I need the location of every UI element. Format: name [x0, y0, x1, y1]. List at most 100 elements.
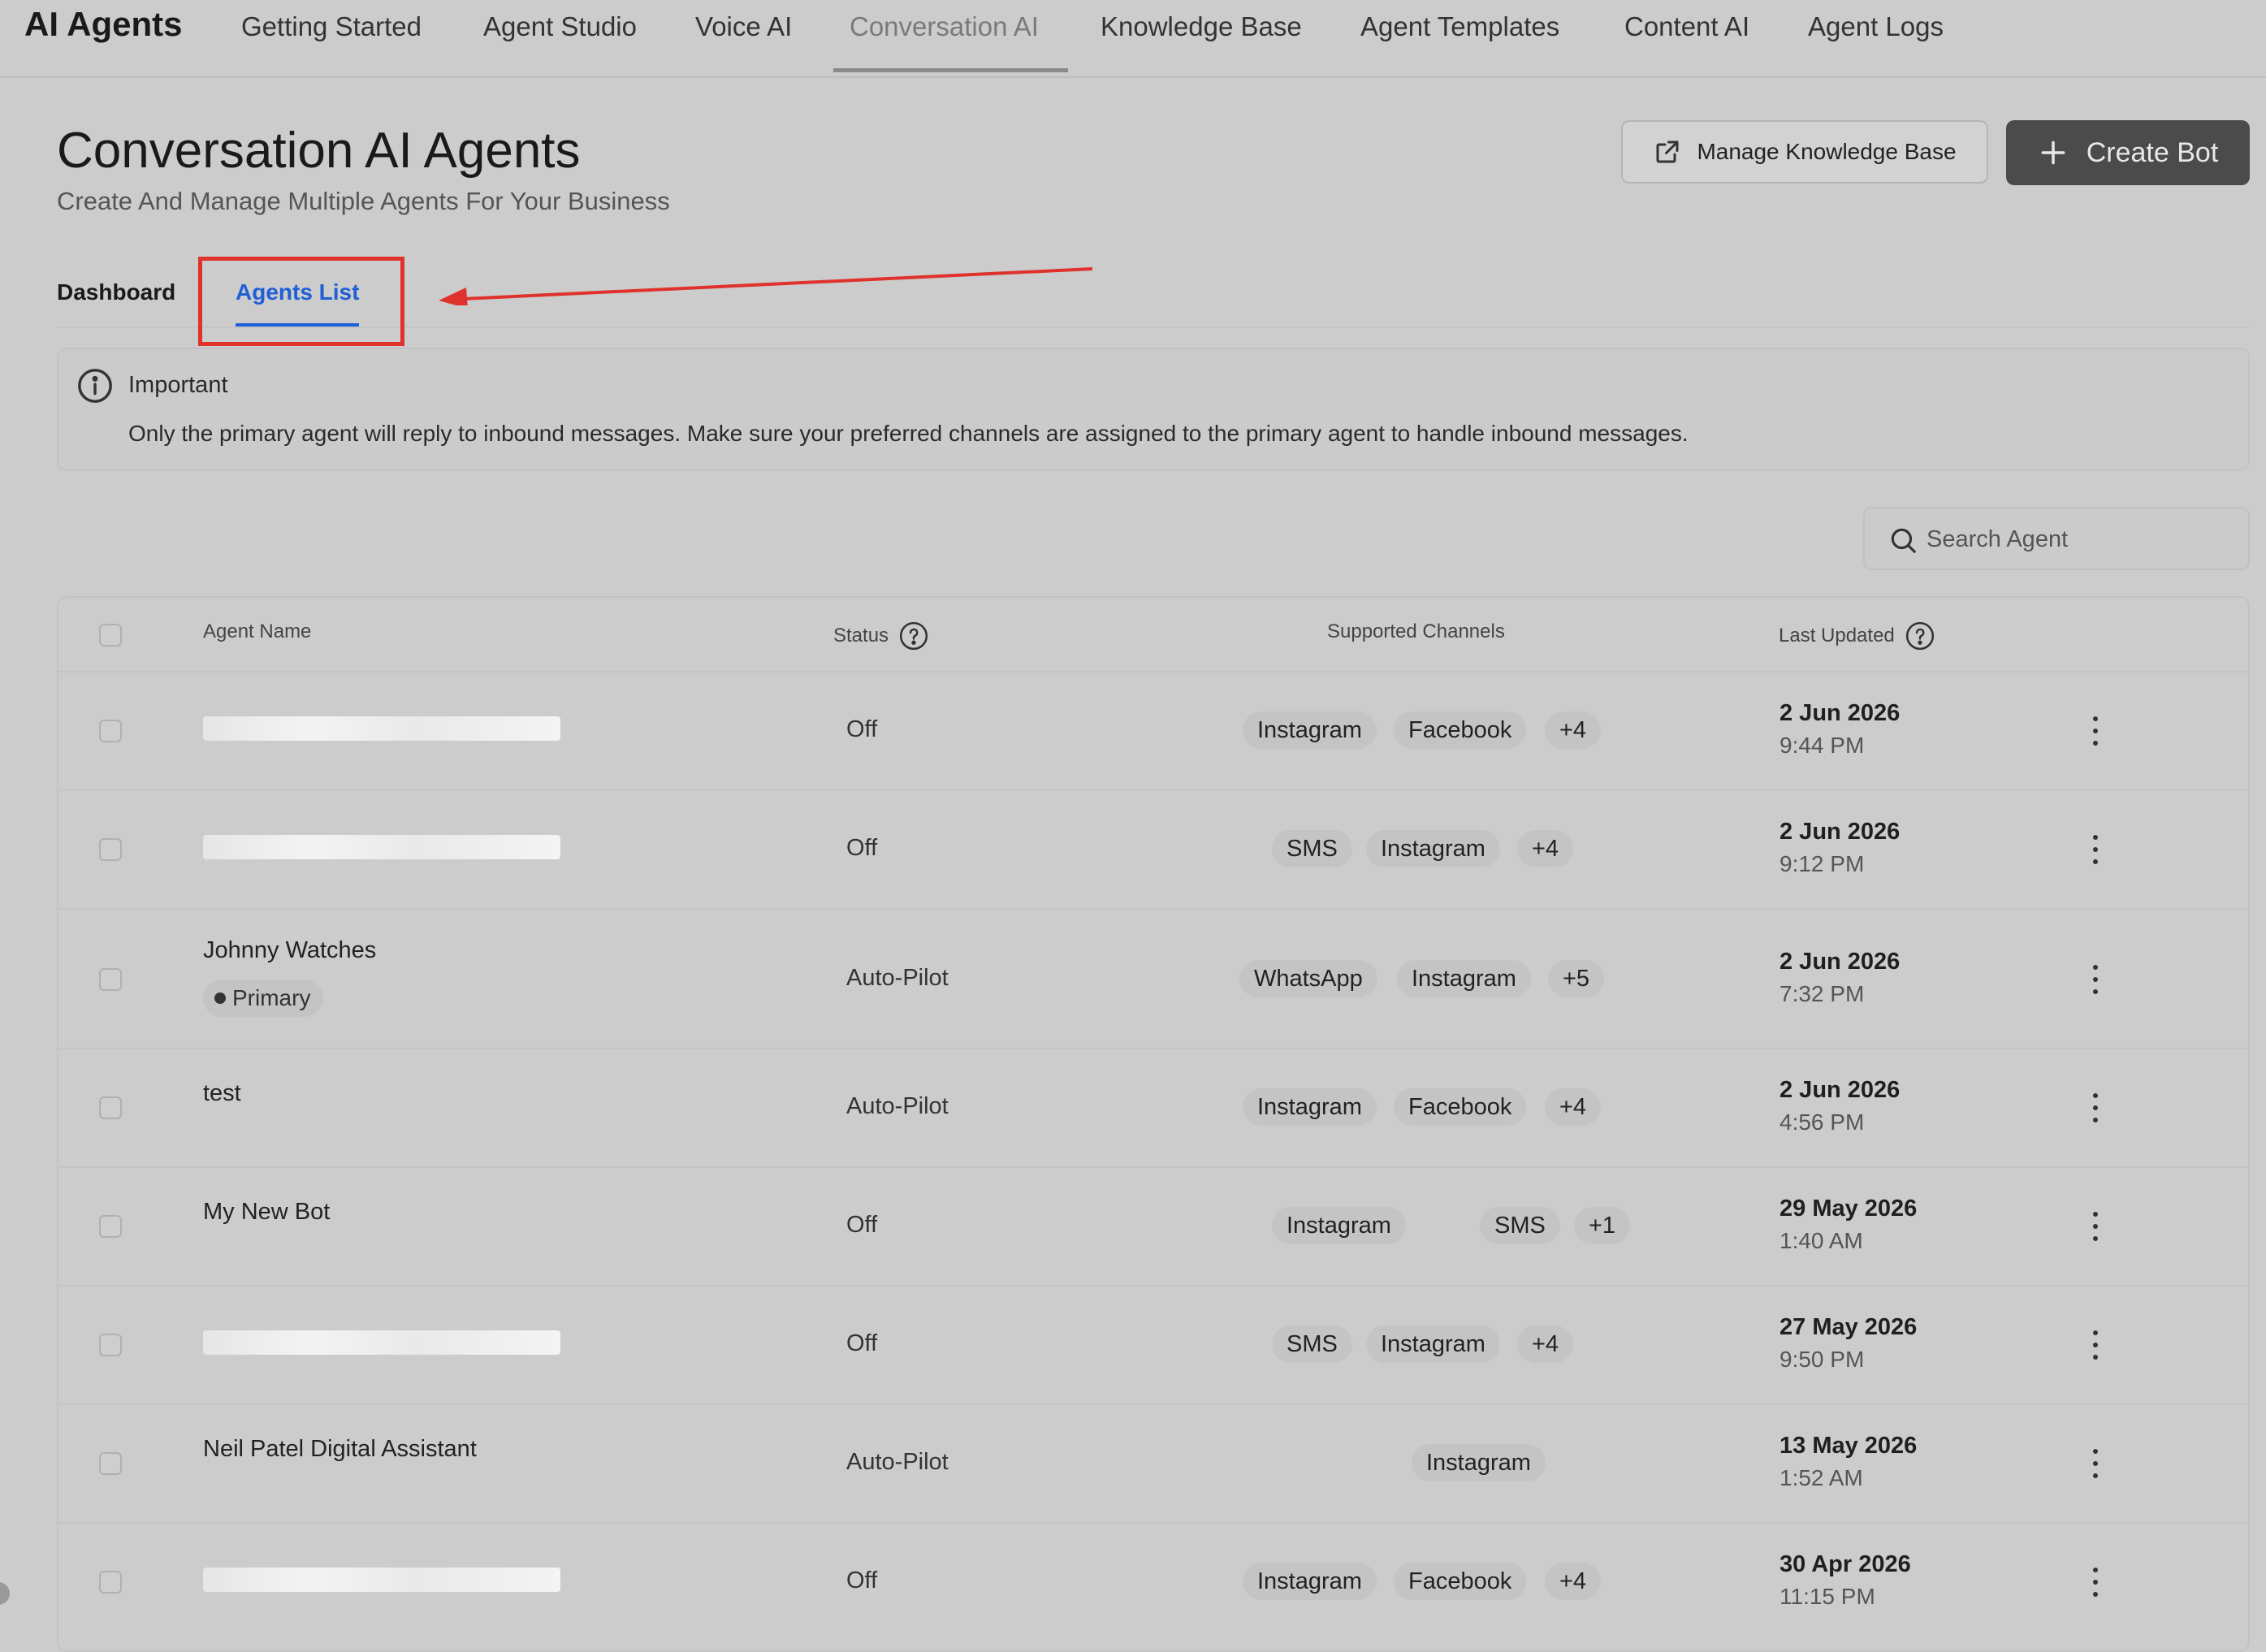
notice-title: Important	[128, 372, 228, 398]
annotation-highlight-box	[198, 257, 404, 346]
last-updated-date: 2 Jun 2026	[1780, 1077, 1901, 1103]
last-updated-date: 2 Jun 2026	[1780, 949, 1901, 975]
row-menu-kebab-icon[interactable]	[2087, 1092, 2104, 1124]
col-header-agent-name[interactable]: Agent Name	[203, 621, 311, 643]
brand-title: AI Agents	[24, 5, 183, 43]
status-help-icon[interactable]	[898, 621, 929, 651]
row-divider	[58, 789, 2248, 791]
redacted-agent-name[interactable]	[203, 835, 560, 859]
agent-name[interactable]: Johnny Watches	[203, 937, 376, 964]
agent-status: Off	[846, 1568, 878, 1594]
col-header-last-updated[interactable]: Last Updated	[1779, 621, 1935, 651]
channel-chip: Instagram	[1272, 1207, 1406, 1244]
more-channels-chip[interactable]: +4	[1545, 1563, 1602, 1600]
select-all-checkbox[interactable]	[99, 624, 122, 647]
row-divider	[58, 1048, 2248, 1049]
create-bot-button[interactable]: Create Bot	[2006, 120, 2250, 185]
search-input[interactable]	[1925, 520, 2237, 559]
row-menu-kebab-icon[interactable]	[2087, 1210, 2104, 1243]
channel-chip: Facebook	[1394, 1088, 1527, 1126]
top-nav: AI Agents Getting Started Agent Studio V…	[0, 0, 2266, 78]
row-divider	[58, 1522, 2248, 1524]
row-menu-kebab-icon[interactable]	[2087, 963, 2104, 996]
primary-badge-label: Primary	[232, 985, 311, 1010]
redacted-agent-name[interactable]	[203, 1568, 560, 1592]
nav-tab-getting-started[interactable]: Getting Started	[241, 11, 422, 42]
agent-status: Auto-Pilot	[846, 965, 949, 991]
search-box[interactable]	[1863, 507, 2250, 570]
last-updated-time: 4:56 PM	[1780, 1109, 1865, 1135]
row-checkbox[interactable]	[99, 1334, 122, 1356]
last-updated-time: 1:52 AM	[1780, 1465, 1863, 1490]
row-menu-kebab-icon[interactable]	[2087, 833, 2104, 866]
primary-badge: Primary	[203, 980, 324, 1017]
side-handle[interactable]	[0, 1582, 10, 1605]
last-updated-time: 9:50 PM	[1780, 1347, 1865, 1372]
agent-name[interactable]: My New Bot	[203, 1199, 330, 1226]
agents-table: Agent Name Status Supported Channels Las…	[57, 596, 2250, 1652]
agent-name[interactable]: test	[203, 1080, 241, 1107]
agent-name[interactable]: Neil Patel Digital Assistant	[203, 1436, 477, 1463]
last-updated-date: 30 Apr 2026	[1780, 1551, 1911, 1577]
row-menu-kebab-icon[interactable]	[2087, 1329, 2104, 1361]
last-updated-time: 11:15 PM	[1780, 1584, 1875, 1609]
agent-status: Off	[846, 1212, 878, 1238]
tab-dashboard[interactable]: Dashboard	[57, 279, 175, 305]
last-updated-date: 2 Jun 2026	[1780, 700, 1901, 726]
redacted-agent-name[interactable]	[203, 1330, 560, 1355]
redacted-agent-name[interactable]	[203, 716, 560, 741]
channel-chip: SMS	[1272, 1325, 1352, 1363]
row-checkbox[interactable]	[99, 1452, 122, 1475]
more-channels-chip[interactable]: +5	[1548, 960, 1605, 997]
row-checkbox[interactable]	[99, 1571, 122, 1594]
nav-tab-knowledge-base[interactable]: Knowledge Base	[1101, 11, 1302, 42]
active-tab-indicator	[833, 68, 1068, 72]
last-updated-date: 27 May 2026	[1780, 1314, 1918, 1340]
row-checkbox[interactable]	[99, 1215, 122, 1238]
last-updated-help-icon[interactable]	[1905, 621, 1935, 651]
manage-knowledge-base-button[interactable]: Manage Knowledge Base	[1621, 120, 1988, 184]
last-updated-date: 2 Jun 2026	[1780, 819, 1901, 845]
more-channels-chip[interactable]: +4	[1545, 711, 1602, 749]
nav-tab-voice-ai[interactable]: Voice AI	[695, 11, 792, 42]
channel-chip: Instagram	[1412, 1444, 1546, 1481]
row-checkbox[interactable]	[99, 720, 122, 742]
channel-chip: Facebook	[1394, 711, 1527, 749]
row-checkbox[interactable]	[99, 1096, 122, 1119]
primary-dot-icon	[214, 992, 226, 1004]
row-divider	[58, 1166, 2248, 1168]
row-checkbox[interactable]	[99, 968, 122, 991]
nav-tab-agent-templates[interactable]: Agent Templates	[1360, 11, 1559, 42]
last-updated-time: 9:44 PM	[1780, 733, 1865, 758]
agent-status: Auto-Pilot	[846, 1093, 949, 1119]
nav-tab-agent-studio[interactable]: Agent Studio	[483, 11, 637, 42]
external-link-icon	[1656, 141, 1679, 163]
agent-status: Auto-Pilot	[846, 1449, 949, 1475]
row-menu-kebab-icon[interactable]	[2087, 715, 2104, 747]
nav-tab-agent-logs[interactable]: Agent Logs	[1808, 11, 1944, 42]
last-updated-time: 1:40 AM	[1780, 1228, 1863, 1253]
plus-icon	[2041, 141, 2065, 165]
channel-chip: SMS	[1480, 1207, 1560, 1244]
search-icon	[1891, 528, 1916, 553]
row-menu-kebab-icon[interactable]	[2087, 1447, 2104, 1480]
row-menu-kebab-icon[interactable]	[2087, 1566, 2104, 1598]
more-channels-chip[interactable]: +4	[1517, 830, 1574, 867]
row-checkbox[interactable]	[99, 838, 122, 861]
channel-chip: Instagram	[1366, 1325, 1500, 1363]
create-bot-label: Create Bot	[2086, 136, 2219, 168]
info-circle-icon	[78, 369, 112, 403]
channel-chip: Instagram	[1243, 1088, 1377, 1126]
page-title: Conversation AI Agents	[57, 123, 581, 179]
nav-tab-content-ai[interactable]: Content AI	[1624, 11, 1749, 42]
row-divider	[58, 1403, 2248, 1405]
more-channels-chip[interactable]: +1	[1574, 1207, 1631, 1244]
more-channels-chip[interactable]: +4	[1545, 1088, 1602, 1126]
col-header-status[interactable]: Status	[833, 621, 929, 651]
nav-tab-conversation-ai[interactable]: Conversation AI	[850, 11, 1039, 42]
row-divider	[58, 1285, 2248, 1287]
agent-status: Off	[846, 716, 878, 742]
more-channels-chip[interactable]: +4	[1517, 1325, 1574, 1363]
channel-chip: SMS	[1272, 830, 1352, 867]
last-updated-date: 13 May 2026	[1780, 1433, 1918, 1459]
